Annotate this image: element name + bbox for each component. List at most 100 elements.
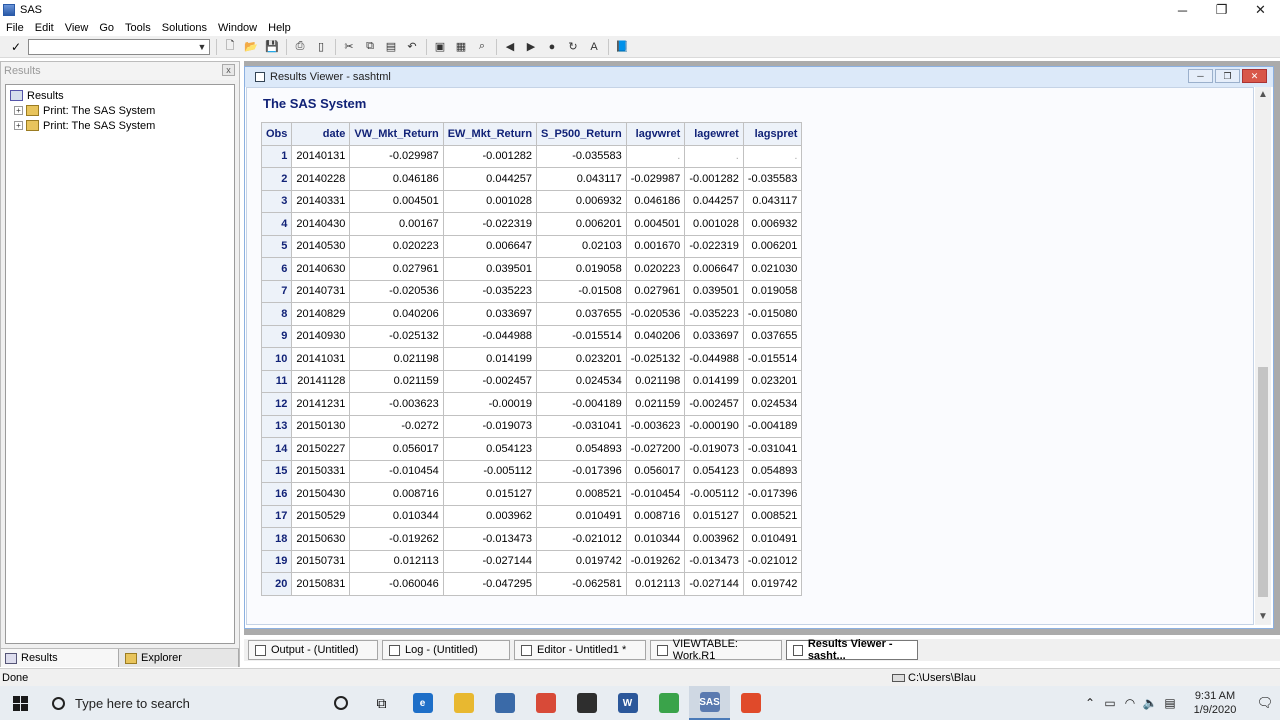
rv-restore-button[interactable]: ❐ [1215, 69, 1240, 83]
camtasia-recorder-icon-glyph [740, 693, 761, 713]
table-cell: 20150831 [291, 572, 351, 596]
stop-icon[interactable]: ● [544, 39, 560, 55]
battery-icon[interactable]: ▭ [1100, 696, 1120, 710]
scroll-up-icon[interactable]: ▲ [1255, 87, 1271, 103]
column-header-vw-mkt-return: VW_Mkt_Return [349, 122, 444, 146]
volume-icon[interactable]: 🔈 [1140, 696, 1160, 710]
table-cell: -0.027200 [625, 437, 686, 461]
table-cell: 0.003962 [442, 504, 538, 528]
tab-results[interactable]: Results [1, 649, 119, 667]
open-icon[interactable]: 📂 [243, 39, 259, 55]
chevron-down-icon[interactable]: ▼ [196, 41, 208, 53]
tab-editor[interactable]: Editor - Untitled1 * [514, 640, 646, 660]
back-arrow-icon[interactable]: ◀ [502, 39, 518, 55]
table-row: 11 20141128 0.021159 -0.002457 0.024534 0.021… [260, 369, 803, 393]
table-row: 16 20150430 0.008716 0.015127 0.008521 -0.010… [260, 482, 803, 506]
toolbar-separator [216, 38, 217, 55]
font-icon[interactable]: A [586, 39, 602, 55]
save-icon[interactable]: 💾 [264, 39, 280, 55]
current-folder[interactable]: C:\Users\Blau [892, 672, 976, 684]
table-cell: -0.000190 [684, 414, 744, 438]
menu-file[interactable]: File [0, 22, 29, 34]
output-title: The SAS System [263, 96, 367, 111]
menu-window[interactable]: Window [212, 22, 262, 34]
table-cell: 0.044257 [442, 167, 538, 191]
rv-minimize-button[interactable]: ─ [1188, 69, 1213, 83]
scroll-down-icon[interactable]: ▼ [1255, 609, 1271, 625]
scroll-thumb[interactable] [1258, 367, 1268, 597]
maximize-button[interactable]: ❐ [1202, 0, 1241, 20]
menu-help[interactable]: Help [262, 22, 296, 34]
camtasia-icon[interactable] [648, 686, 689, 720]
chevron-up-icon[interactable]: ⌃ [1080, 696, 1100, 710]
table-cell: 0.001028 [684, 212, 744, 236]
start-button[interactable] [0, 686, 40, 720]
edge-icon[interactable]: e [402, 686, 443, 720]
ime-icon[interactable]: ▤ [1160, 696, 1180, 710]
tab-explorer[interactable]: Explorer [119, 649, 239, 667]
taskbar-search[interactable]: Type here to search [40, 686, 320, 720]
table-cell: 0.006201 [742, 234, 803, 258]
cut-icon[interactable]: ✂ [341, 39, 357, 55]
notification-icon[interactable]: 🗨 [1250, 695, 1280, 711]
rv-close-button[interactable]: ✕ [1242, 69, 1267, 83]
menu-edit[interactable]: Edit [29, 22, 59, 34]
tab-output[interactable]: Output - (Untitled) [248, 640, 378, 660]
submit-check-icon[interactable]: ✓ [6, 40, 26, 54]
paste-icon[interactable]: ▤ [383, 39, 399, 55]
new-library-icon[interactable]: ▣ [432, 39, 448, 55]
refresh-icon[interactable]: ↻ [565, 39, 581, 55]
wifi-icon[interactable]: ◠ [1120, 696, 1140, 710]
menu-tools[interactable]: Tools [119, 22, 156, 34]
table-cell: 0.008521 [742, 504, 803, 528]
close-pane-button[interactable]: x [222, 64, 235, 76]
table-cell: 0.039501 [442, 257, 538, 281]
tab-log[interactable]: Log - (Untitled) [382, 640, 510, 660]
store-icon[interactable] [484, 686, 525, 720]
forward-arrow-icon[interactable]: ▶ [523, 39, 539, 55]
mail-icon[interactable] [566, 686, 607, 720]
command-box[interactable]: ▼ [28, 38, 210, 55]
new-icon[interactable]: 🗋 [222, 39, 238, 55]
minimize-button[interactable]: ─ [1163, 0, 1202, 20]
tree-item-print[interactable]: + Print: The SAS System [6, 118, 234, 133]
undo-icon[interactable]: ↶ [404, 39, 420, 55]
close-button[interactable]: ✕ [1241, 0, 1280, 20]
vertical-scrollbar[interactable]: ▲ ▼ [1255, 87, 1271, 625]
explorer-icon[interactable]: ▦ [453, 39, 469, 55]
table-row: 13 20150130 -0.0272 -0.019073 -0.031041 -0.00… [260, 414, 803, 438]
menu-go[interactable]: Go [93, 22, 119, 34]
print-preview-icon[interactable]: ▯ [313, 39, 329, 55]
tree-item-print[interactable]: + Print: The SAS System [6, 103, 234, 118]
print-icon[interactable]: ⎙ [292, 39, 308, 55]
menu-view[interactable]: View [59, 22, 94, 34]
help-book-icon[interactable]: 📘 [614, 39, 630, 55]
table-cell: 20150130 [291, 414, 351, 438]
table-cell: -0.047295 [442, 572, 538, 596]
task-view-icon[interactable]: ⧉ [361, 686, 402, 720]
chrome-icon[interactable] [525, 686, 566, 720]
cortana-icon[interactable] [320, 686, 361, 720]
file-explorer-icon[interactable] [443, 686, 484, 720]
table-cell: 0.006201 [536, 212, 627, 236]
copy-icon[interactable]: ⧉ [362, 39, 378, 55]
camtasia-recorder-icon[interactable] [730, 686, 771, 720]
clock[interactable]: 9:31 AM 1/9/2020 [1180, 689, 1250, 717]
table-cell: 0.019058 [742, 279, 803, 303]
table-cell: 0.023201 [742, 369, 803, 393]
expand-plus-icon[interactable]: + [14, 106, 23, 115]
table-cell: -0.002457 [442, 369, 538, 393]
sas-icon[interactable]: SAS [689, 686, 730, 720]
table-row: 3 20140331 0.004501 0.001028 0.006932 0.04618… [260, 189, 803, 213]
menu-solutions[interactable]: Solutions [156, 22, 212, 34]
tree-root-results[interactable]: Results [6, 88, 234, 103]
status-bar: Done C:\Users\Blau [0, 668, 1280, 686]
find-icon[interactable]: ⌕ [474, 39, 490, 55]
table-cell: 0.056017 [349, 437, 444, 461]
tab-results-viewer[interactable]: Results Viewer - sasht... [786, 638, 918, 662]
table-row: 12 20141231 -0.003623 -0.00019 -0.004189 0.02… [260, 392, 803, 416]
expand-plus-icon[interactable]: + [14, 121, 23, 130]
table-cell: 0.054893 [536, 437, 627, 461]
tab-viewtable[interactable]: VIEWTABLE: Work.R1 [650, 638, 782, 662]
word-icon[interactable]: W [607, 686, 648, 720]
